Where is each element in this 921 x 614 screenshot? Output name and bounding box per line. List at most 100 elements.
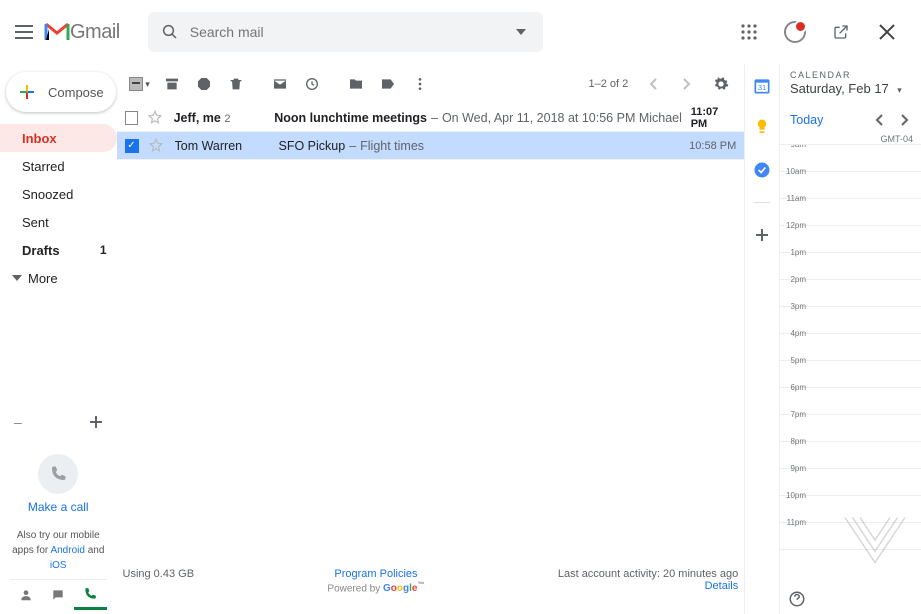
chevron-down-icon[interactable]: ▾ <box>897 85 902 95</box>
hangouts-panel: – Make a call Also try our mobile apps f… <box>0 404 117 614</box>
row-checkbox[interactable]: ✓ <box>125 139 139 153</box>
calendar-help-button[interactable] <box>788 590 806 608</box>
sidebar-more-toggle[interactable]: More <box>0 264 117 292</box>
search-options-button[interactable] <box>507 18 535 46</box>
google-apps-button[interactable] <box>733 16 765 48</box>
sidebar-item-starred[interactable]: Starred <box>0 152 117 180</box>
calendar-grid[interactable]: 9am10am11am12pm1pm2pm3pm4pm5pm6pm7pm8pm9… <box>780 144 921 614</box>
labels-button[interactable] <box>373 69 403 99</box>
pager-next-button[interactable] <box>672 69 702 99</box>
details-link[interactable]: Details <box>558 580 738 592</box>
open-external-button[interactable] <box>825 16 857 48</box>
pager-prev-button[interactable] <box>638 69 668 99</box>
label-icon <box>380 76 396 92</box>
sender: Jeff, me 2 <box>174 111 275 125</box>
topbar-right <box>733 16 913 48</box>
google-logo: Google™ <box>383 583 424 594</box>
calendar-hour-cell[interactable] <box>810 226 921 252</box>
hangouts-new-chat-button[interactable] <box>89 415 103 429</box>
calendar-hour-cell[interactable] <box>810 253 921 279</box>
archive-button[interactable] <box>157 69 187 99</box>
rail-keep-button[interactable] <box>748 114 776 142</box>
sidebar-label: Starred <box>22 159 65 174</box>
star-button[interactable] <box>149 138 165 154</box>
gear-icon <box>713 76 729 92</box>
svg-text:31: 31 <box>758 83 766 92</box>
row-checkbox[interactable] <box>125 111 139 125</box>
sidebar-item-sent[interactable]: Sent <box>0 208 117 236</box>
sidebar-item-snoozed[interactable]: Snoozed <box>0 180 117 208</box>
calendar-hour-cell[interactable] <box>810 361 921 387</box>
message-list: Jeff, me 2 Noon lunchtime meetings – On … <box>117 104 745 160</box>
rail-calendar-button[interactable]: 31 <box>748 72 776 100</box>
archive-icon <box>164 76 180 92</box>
calendar-hour-label: 12pm <box>780 221 810 247</box>
calendar-hour-cell[interactable] <box>810 172 921 198</box>
message-row[interactable]: Jeff, me 2 Noon lunchtime meetings – On … <box>117 104 745 132</box>
search-box[interactable] <box>148 12 543 52</box>
sidebar-item-inbox[interactable]: Inbox <box>0 124 117 152</box>
notifications-button[interactable] <box>779 16 811 48</box>
calendar-hour-cell[interactable] <box>810 145 921 171</box>
calendar-hour-cell[interactable] <box>810 199 921 225</box>
star-button[interactable] <box>148 110 163 126</box>
rail-add-button[interactable] <box>748 221 776 249</box>
calendar-date[interactable]: Saturday, Feb 17 <box>790 81 889 96</box>
spam-icon <box>196 76 212 92</box>
plus-icon <box>89 415 103 429</box>
calendar-hour-cell[interactable] <box>810 307 921 333</box>
calendar-hour-label: 11pm <box>780 518 810 544</box>
calendar-hour-cell[interactable] <box>810 334 921 360</box>
open-in-new-icon <box>833 24 849 40</box>
close-panel-button[interactable] <box>871 16 903 48</box>
hamburger-icon <box>15 25 33 39</box>
clock-icon <box>304 76 320 92</box>
select-all-checkbox[interactable]: ▾ <box>125 69 155 99</box>
subject: Noon lunchtime meetings <box>274 111 427 125</box>
message-row[interactable]: ✓ Tom Warren SFO Pickup – Flight times 1… <box>117 132 745 160</box>
storage-text: Using 0.43 GB <box>123 568 195 580</box>
calendar-today-button[interactable]: Today <box>790 113 823 127</box>
phone-icon <box>83 587 97 601</box>
gmail-logo[interactable]: Gmail <box>44 21 120 44</box>
sidebar-label: Sent <box>22 215 49 230</box>
main-menu-button[interactable] <box>8 16 40 48</box>
settings-button[interactable] <box>706 69 736 99</box>
mail-icon <box>272 76 288 92</box>
delete-button[interactable] <box>221 69 251 99</box>
chevron-down-icon[interactable]: ▾ <box>145 79 150 90</box>
mark-unread-button[interactable] <box>265 69 295 99</box>
hangouts-tab-contacts[interactable] <box>10 580 42 610</box>
hangouts-tab-chats[interactable] <box>42 580 74 610</box>
ios-link[interactable]: iOS <box>50 560 67 571</box>
calendar-hour-cell[interactable] <box>810 280 921 306</box>
more-actions-button[interactable] <box>405 69 435 99</box>
keep-icon <box>752 118 772 138</box>
move-to-button[interactable] <box>341 69 371 99</box>
snooze-button[interactable] <box>297 69 327 99</box>
calendar-hour-cell[interactable] <box>810 388 921 414</box>
make-a-call-link[interactable]: Make a call <box>10 500 107 514</box>
hangouts-tab-calls[interactable] <box>74 580 106 610</box>
calendar-prev-button[interactable] <box>869 110 889 130</box>
hangouts-tabs <box>10 579 107 610</box>
compose-label: Compose <box>48 85 104 100</box>
compose-button[interactable]: Compose <box>6 72 116 112</box>
calendar-next-button[interactable] <box>895 110 915 130</box>
rail-tasks-button[interactable] <box>748 156 776 184</box>
chevron-left-icon <box>875 114 883 126</box>
android-link[interactable]: Android <box>50 545 84 556</box>
nav-list: Inbox Starred Snoozed Sent Drafts 1 <box>0 124 117 264</box>
program-policies-link[interactable]: Program Policies <box>334 568 417 580</box>
calendar-hour-cell[interactable] <box>810 469 921 495</box>
search-icon[interactable] <box>156 18 184 46</box>
report-spam-button[interactable] <box>189 69 219 99</box>
calendar-hour-cell[interactable] <box>810 415 921 441</box>
hangouts-status-icon[interactable]: – <box>14 414 22 430</box>
calendar-hour-label: 3pm <box>780 302 810 328</box>
calendar-hour-cell[interactable] <box>810 442 921 468</box>
calendar-hour-label: 9pm <box>780 464 810 490</box>
search-input[interactable] <box>184 24 507 40</box>
timestamp: 11:07 PM <box>681 106 737 130</box>
sidebar-item-drafts[interactable]: Drafts 1 <box>0 236 117 264</box>
